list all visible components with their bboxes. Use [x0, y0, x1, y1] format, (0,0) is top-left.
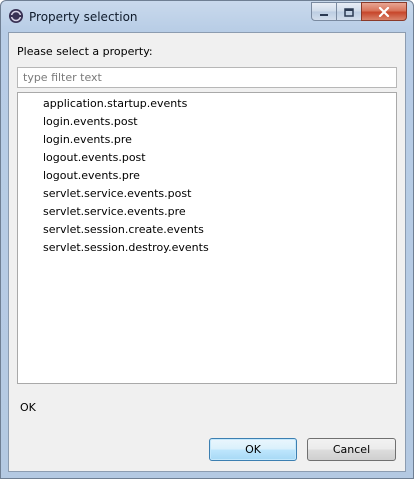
list-item[interactable]: login.events.pre — [18, 131, 396, 149]
close-button[interactable] — [361, 2, 407, 21]
minimize-button[interactable] — [311, 2, 337, 21]
ok-button[interactable]: OK — [209, 438, 297, 461]
list-item[interactable]: login.events.post — [18, 113, 396, 131]
prompt-label: Please select a property: — [17, 45, 153, 58]
filter-input[interactable] — [17, 67, 397, 88]
window-title: Property selection — [29, 10, 138, 24]
cancel-button[interactable]: Cancel — [307, 438, 396, 461]
dialog-body: Please select a property: application.st… — [8, 32, 406, 472]
list-item[interactable]: logout.events.pre — [18, 167, 396, 185]
property-list[interactable]: application.startup.events login.events.… — [17, 92, 397, 384]
dialog-window: Property selection Please select a prope… — [0, 0, 414, 479]
list-item[interactable]: servlet.service.events.pre — [18, 203, 396, 221]
list-item[interactable]: application.startup.events — [18, 95, 396, 113]
app-icon — [8, 8, 24, 24]
list-item[interactable]: servlet.session.destroy.events — [18, 239, 396, 257]
list-item[interactable]: logout.events.post — [18, 149, 396, 167]
list-item[interactable]: servlet.service.events.post — [18, 185, 396, 203]
maximize-button[interactable] — [336, 2, 362, 21]
minimize-icon — [319, 2, 329, 21]
status-message: OK — [20, 401, 36, 414]
title-bar[interactable]: Property selection — [1, 1, 413, 33]
list-item[interactable]: servlet.session.create.events — [18, 221, 396, 239]
close-icon — [378, 2, 390, 21]
maximize-icon — [344, 2, 354, 21]
